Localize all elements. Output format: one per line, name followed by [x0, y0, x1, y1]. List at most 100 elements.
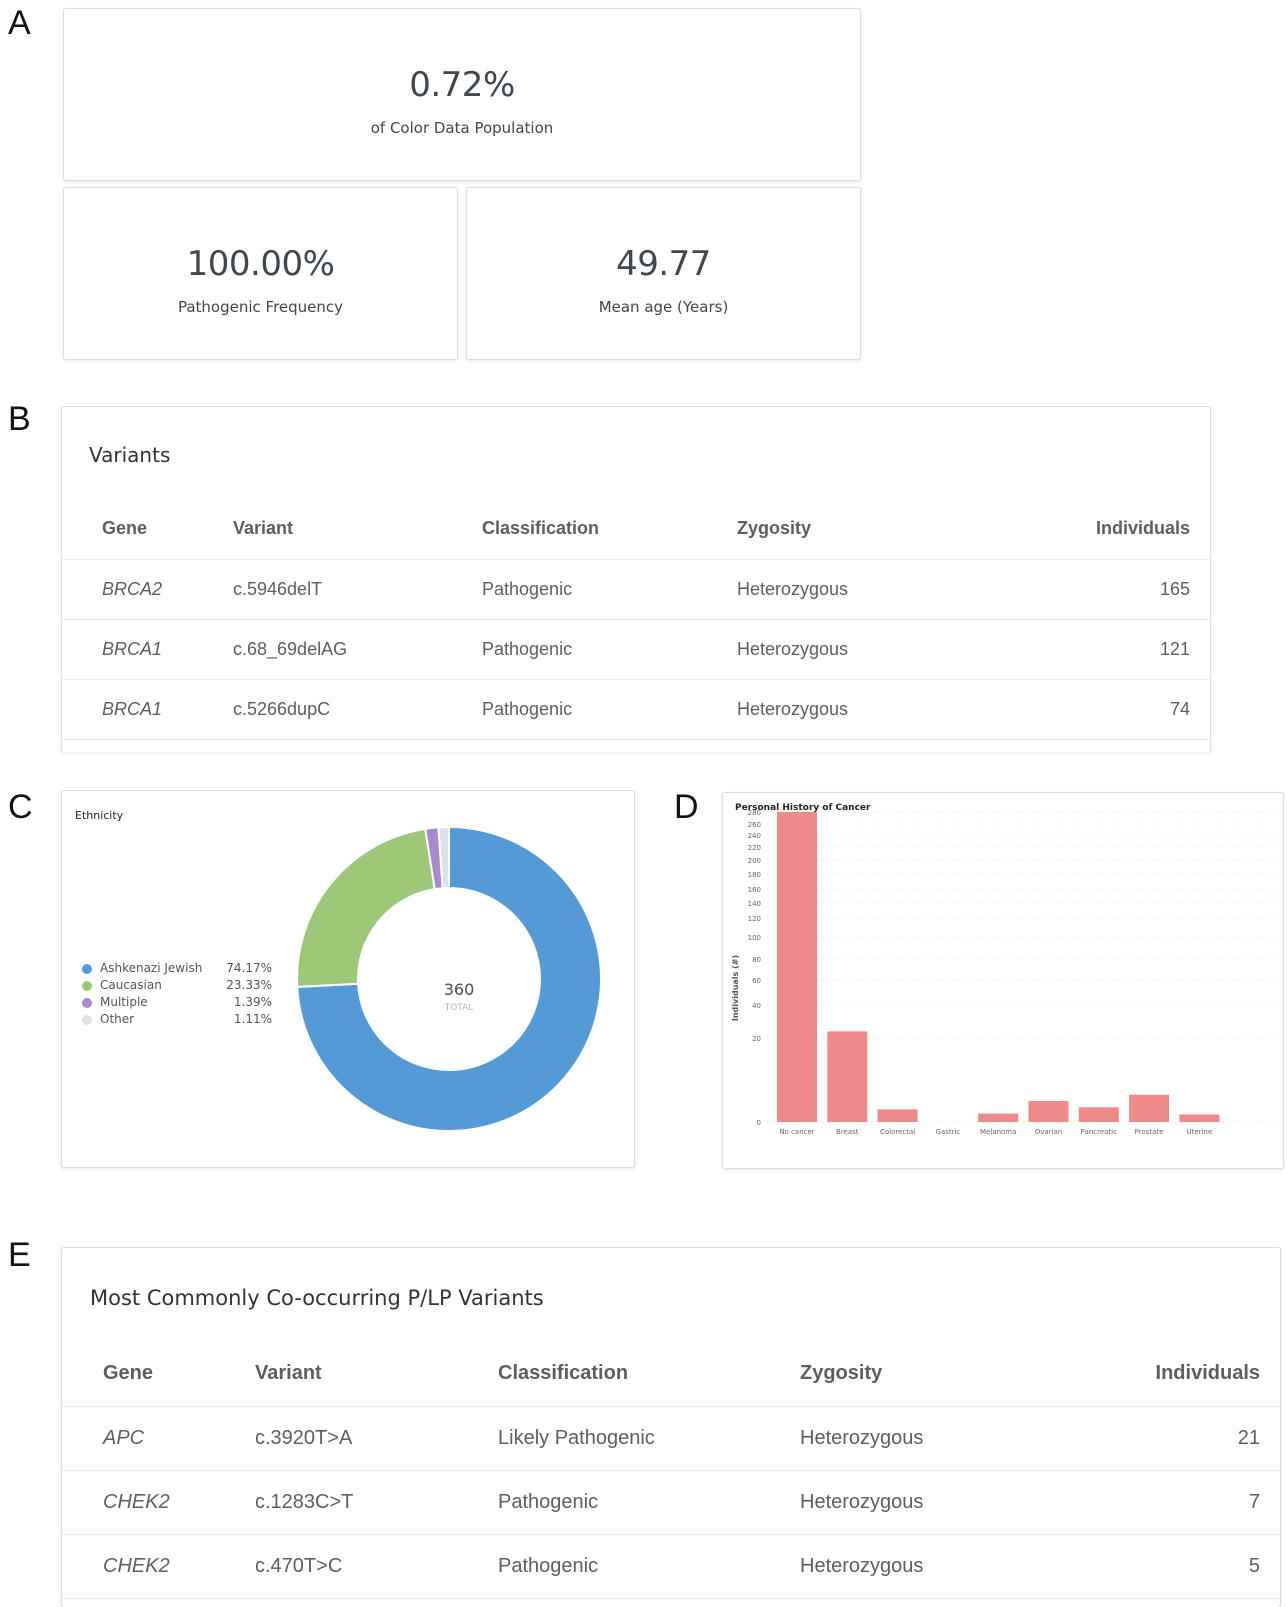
- column-header-individuals[interactable]: Individuals: [971, 499, 1210, 559]
- bar-no-cancer[interactable]: [777, 812, 817, 1122]
- table-row-spacer: [62, 1597, 1280, 1607]
- x-tick-label: Melanoma: [980, 1128, 1016, 1136]
- x-tick-label: Breast: [836, 1128, 859, 1136]
- donut-slice-caucasian[interactable]: [296, 827, 436, 988]
- classification-cell: Pathogenic: [481, 678, 736, 739]
- donut-slices: [296, 825, 602, 1132]
- classification-cell: Likely Pathogenic: [497, 1405, 799, 1470]
- individuals-cell: 121: [970, 618, 1210, 679]
- cooccurring-title: Most Commonly Co-occurring P/LP Variants: [90, 1286, 544, 1310]
- y-tick-label: 180: [748, 871, 761, 879]
- ethnicity-donut-chart: 360 TOTAL: [296, 825, 602, 1132]
- column-header-gene[interactable]: Gene: [62, 1342, 254, 1406]
- individuals-cell: 21: [1039, 1405, 1280, 1470]
- table-row[interactable]: APC c.3920T>A Likely Pathogenic Heterozy…: [62, 1405, 1280, 1470]
- zygosity-cell: Heterozygous: [736, 678, 971, 739]
- gene-cell: BRCA1: [62, 678, 232, 739]
- bar-colorectal[interactable]: [877, 1109, 918, 1122]
- y-tick-label: 120: [748, 915, 761, 923]
- classification-cell: Pathogenic: [497, 1533, 799, 1598]
- bar-uterine[interactable]: [1179, 1114, 1220, 1122]
- y-tick-label: 200: [748, 857, 761, 865]
- donut-total-value: 360: [444, 980, 475, 999]
- table-header-row: Gene Variant Classification Zygosity Ind…: [62, 1342, 1280, 1406]
- y-tick-label: 60: [752, 977, 761, 985]
- table-row: [62, 738, 1210, 752]
- gene-cell: BRCA2: [62, 558, 232, 619]
- column-header-variant[interactable]: Variant: [254, 1342, 497, 1406]
- bar-pancreatic[interactable]: [1078, 1107, 1119, 1122]
- variant-cell: c.470T>C: [254, 1533, 497, 1598]
- donut-total-label: TOTAL: [444, 1003, 474, 1013]
- column-header-individuals[interactable]: Individuals: [1039, 1342, 1280, 1406]
- panel-label-c: C: [8, 788, 33, 826]
- ethnicity-card: Ethnicity Ashkenazi Jewish 74.17% Caucas…: [61, 790, 635, 1168]
- y-tick-label: 40: [752, 1002, 761, 1010]
- classification-cell: Pathogenic: [497, 1469, 799, 1534]
- column-header-classification[interactable]: Classification: [497, 1342, 799, 1406]
- x-tick-label: Ovarian: [1035, 1128, 1063, 1136]
- table-row-spacer: [62, 738, 1210, 752]
- x-tick-label: Pancreatic: [1081, 1128, 1117, 1136]
- x-tick-label: Uterine: [1187, 1128, 1213, 1136]
- column-header-gene[interactable]: Gene: [62, 499, 232, 559]
- column-header-classification[interactable]: Classification: [481, 499, 736, 559]
- x-tick-label: No cancer: [779, 1128, 814, 1136]
- column-header-zygosity[interactable]: Zygosity: [799, 1342, 1039, 1406]
- gene-cell: CHEK2: [62, 1469, 254, 1534]
- table-row[interactable]: CHEK2 c.1283C>T Pathogenic Heterozygous …: [62, 1469, 1280, 1534]
- zygosity-cell: Heterozygous: [736, 618, 971, 679]
- panel-label-a: A: [8, 4, 31, 42]
- cooccurring-card: Most Commonly Co-occurring P/LP Variants…: [61, 1247, 1281, 1607]
- table-row[interactable]: BRCA2 c.5946delT Pathogenic Heterozygous…: [62, 558, 1210, 619]
- x-tick-label: Colorectal: [880, 1128, 915, 1136]
- mean-age-card: 49.77 Mean age (Years): [466, 187, 861, 360]
- zygosity-cell: Heterozygous: [799, 1405, 1040, 1470]
- panel-label-e: E: [8, 1236, 31, 1274]
- classification-cell: Pathogenic: [481, 558, 736, 619]
- gene-cell: BRCA1: [62, 618, 232, 679]
- y-tick-label: 240: [748, 832, 761, 840]
- individuals-cell: 5: [1039, 1533, 1280, 1598]
- zygosity-cell: Heterozygous: [736, 558, 971, 619]
- cancer-history-card: Personal History of Cancer 0 20 40 60 80 100 1…: [722, 792, 1284, 1169]
- bars: [777, 812, 1220, 1122]
- y-tick-label: 260: [748, 821, 761, 829]
- y-tick-label: 280: [748, 809, 761, 817]
- bar-melanoma[interactable]: [978, 1113, 1019, 1122]
- table-row: [62, 1597, 1280, 1607]
- bar-ovarian[interactable]: [1028, 1101, 1069, 1122]
- population-stat-value: 0.72%: [409, 65, 515, 105]
- mean-age-label: Mean age (Years): [598, 298, 729, 316]
- table-header-row: Gene Variant Classification Zygosity Ind…: [62, 499, 1210, 559]
- population-stat-label: of Color Data Population: [370, 119, 554, 137]
- x-tick-label: Gastric: [936, 1128, 961, 1136]
- x-axis-ticks: No cancer Breast Colorectal Gastric Melanoma…: [779, 1128, 1212, 1136]
- variant-cell: c.3920T>A: [254, 1405, 497, 1470]
- table-row[interactable]: BRCA1 c.5266dupC Pathogenic Heterozygous…: [62, 678, 1210, 739]
- gene-cell: CHEK2: [62, 1533, 254, 1598]
- variants-card: Variants Gene Variant Classification Zyg…: [61, 406, 1211, 752]
- y-tick-label: 0: [757, 1119, 761, 1127]
- variants-table: Gene Variant Classification Zygosity Ind…: [62, 499, 1210, 752]
- bar-breast[interactable]: [827, 1031, 868, 1122]
- column-header-variant[interactable]: Variant: [232, 499, 481, 559]
- pathogenic-frequency-card: 100.00% Pathogenic Frequency: [63, 187, 458, 360]
- individuals-cell: 74: [970, 678, 1210, 739]
- bar-prostate[interactable]: [1129, 1094, 1170, 1122]
- variants-title: Variants: [89, 443, 171, 467]
- individuals-cell: 7: [1039, 1469, 1280, 1534]
- y-tick-label: 80: [752, 956, 761, 964]
- variant-cell: c.1283C>T: [254, 1469, 497, 1534]
- cooccurring-table: Gene Variant Classification Zygosity Ind…: [62, 1342, 1280, 1607]
- pathogenic-frequency-value: 100.00%: [186, 244, 335, 284]
- individuals-cell: 165: [970, 558, 1210, 619]
- column-header-zygosity[interactable]: Zygosity: [736, 499, 971, 559]
- zygosity-cell: Heterozygous: [799, 1533, 1040, 1598]
- y-tick-label: 160: [748, 886, 761, 894]
- variant-cell: c.5266dupC: [232, 678, 481, 739]
- y-axis-ticks: 0 20 40 60 80 100 120 140 160 180 200 220 240 260 280: [748, 809, 761, 1127]
- mean-age-value: 49.77: [616, 244, 711, 284]
- table-row[interactable]: CHEK2 c.470T>C Pathogenic Heterozygous 5: [62, 1533, 1280, 1598]
- table-row[interactable]: BRCA1 c.68_69delAG Pathogenic Heterozygo…: [62, 618, 1210, 679]
